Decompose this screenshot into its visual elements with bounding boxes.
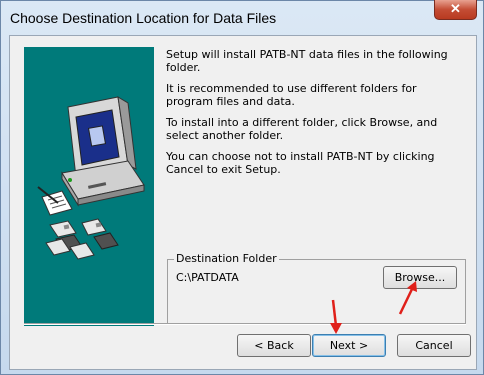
- browse-button[interactable]: Browse...: [383, 266, 457, 289]
- close-button[interactable]: ✕: [434, 0, 477, 20]
- instructions-text: Setup will install PATB-NT data files in…: [166, 48, 466, 184]
- instruction-paragraph: To install into a different folder, clic…: [166, 116, 438, 142]
- instruction-paragraph: You can choose not to install PATB-NT by…: [166, 150, 435, 176]
- instruction-paragraph: Setup will install PATB-NT data files in…: [166, 48, 448, 74]
- red-arrow-annotation: [330, 299, 342, 334]
- red-arrow-annotation: [398, 281, 417, 315]
- destination-folder-label: Destination Folder: [174, 252, 279, 265]
- instruction-paragraph: It is recommended to use different folde…: [166, 82, 417, 108]
- destination-folder-group: Destination Folder C:\PATDATA Browse...: [167, 252, 466, 324]
- title-bar[interactable]: Choose Destination Location for Data Fil…: [1, 0, 483, 35]
- setup-illustration-panel: [24, 47, 154, 326]
- next-button[interactable]: Next >: [312, 334, 386, 357]
- window-title: Choose Destination Location for Data Fil…: [10, 10, 277, 26]
- dialog-client-area: Setup will install PATB-NT data files in…: [9, 35, 477, 370]
- cancel-button[interactable]: Cancel: [397, 334, 471, 357]
- separator-line: [24, 323, 466, 325]
- destination-path: C:\PATDATA: [176, 271, 239, 284]
- setup-dialog: Choose Destination Location for Data Fil…: [0, 0, 484, 375]
- computer-illustration: [37, 96, 145, 260]
- back-button[interactable]: < Back: [237, 334, 311, 357]
- close-icon: ✕: [450, 1, 461, 16]
